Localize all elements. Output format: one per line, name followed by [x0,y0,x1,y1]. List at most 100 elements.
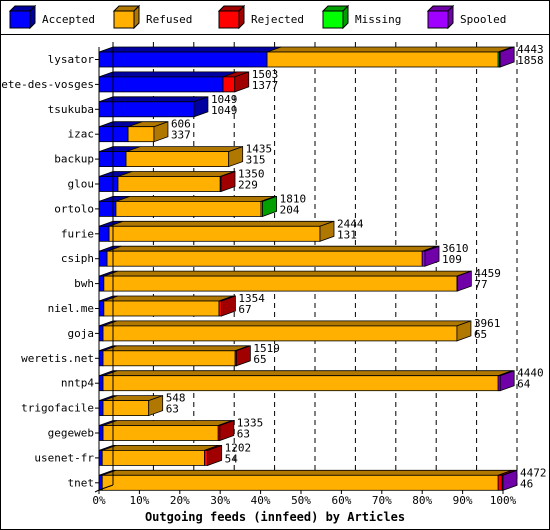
x-tick-label: 50% [291,494,311,507]
legend-item-rejected: Rejected [217,4,304,30]
category-label: nntp4 [61,377,94,390]
bar-row-backup: backup1435315 [54,143,272,168]
bar-top-refused [103,270,472,277]
bars: lysator44431858bete-des-vosges15031377 ts… [0,43,547,491]
bar-row-glou: glou1350229 [68,168,265,193]
bar-accepted-label: 63 [237,428,250,441]
bar-accepted-label: 1377 [252,79,279,92]
legend-label: Spooled [460,13,506,26]
x-tick-label: 80% [412,494,432,507]
bar-segment-refused [102,375,499,392]
bar-top-refused [266,46,513,53]
bar-segment-refused [102,400,150,417]
bar-segment-refused [101,474,499,491]
bar-row-furie: furie2444131 [61,217,364,242]
chart-svg: Accepted Refused Rejected Missing Spooled ly… [0,4,547,524]
bar-segment-accepted [98,325,104,342]
bar-segment-accepted [98,250,108,267]
x-tick-label: 70% [372,494,392,507]
bar-top-refused [106,245,437,252]
category-label: goja [68,327,95,340]
bar-accepted-label: 131 [337,228,357,241]
legend-label: Accepted [42,13,95,26]
bar-accepted-label: 1858 [517,54,544,67]
legend-item-accepted: Accepted [8,4,95,30]
bar-segment-accepted [98,350,104,367]
bar-segment-refused [102,350,236,367]
bar-top-accepted [98,71,238,78]
category-label: usenet-fr [34,451,94,464]
bar-segment-accepted [98,300,105,317]
bar-top-refused [102,444,219,451]
bar-segment-accepted [98,275,105,292]
x-tick-label: 90% [453,494,473,507]
bar-row-niel-me: niel.me135467 [48,292,265,317]
bar-row-ortolo: ortolo1810204 [54,192,306,217]
bar-segment-accepted [98,176,119,192]
bar-segment-refused [102,325,458,342]
bar-accepted-label: 67 [238,303,251,316]
bar-top-refused [117,171,235,177]
category-label: csiph [61,252,94,265]
axis-tick-diagonal [94,489,100,493]
category-label: furie [61,227,94,240]
bar-segment-rejected [204,449,209,466]
bar-segment-accepted [98,425,104,441]
bar-accepted-label: 229 [238,179,258,192]
bar-top-refused [102,469,513,476]
bar-segment-spooled [421,250,426,267]
category-label: bete-des-vosges [0,78,94,91]
bar-top-refused [102,420,233,426]
x-tick-label: 0% [92,494,106,507]
bar-row-weretis-net: weretis.net151965 [21,342,280,367]
bar-top-refused [102,320,472,327]
bar-accepted-label: 77 [474,278,487,291]
category-label: backup [54,153,94,166]
bar-row-tsukuba: tsukuba10491049 [48,93,237,118]
bar-segment-accepted [98,400,104,417]
bar-row-bete-des-vosges: bete-des-vosges15031377 [0,68,279,93]
bar-accepted-label: 46 [520,477,533,490]
bar-accepted-label: 65 [474,328,487,341]
bar-segment-accepted [98,225,110,242]
bar-segment-refused [106,250,423,267]
legend-label: Rejected [251,13,304,26]
category-label: glou [68,178,95,191]
bar-top-accepted [98,46,282,53]
legend-swatch [9,10,31,29]
x-tick-label: 60% [331,494,351,507]
legend-swatch [218,10,240,29]
bar-top-refused [102,370,513,377]
x-tick-label: 20% [170,494,190,507]
bar-accepted-label: 54 [225,452,239,465]
bar-accepted-label: 315 [246,154,266,167]
bar-segment-refused [115,200,262,217]
x-tick-label: 30% [210,494,230,507]
bar-top-refused [125,146,243,153]
bar-top-refused [102,345,250,352]
bar-row-nntp4: nntp4444064 [61,367,544,392]
bar-segment-refused [266,51,499,68]
bar-row-usenet-fr: usenet-fr120254 [34,441,251,466]
bar-segment-refused [108,225,321,242]
x-tick-label: 100% [490,494,517,507]
category-label: tnet [68,476,95,489]
bar-accepted-label: 64 [517,378,531,391]
bar-row-lysator: lysator44431858 [48,43,544,68]
legend-swatch [113,10,135,29]
legend-label: Missing [355,13,401,26]
legend-item-missing: Missing [321,4,401,30]
bar-row-goja: goja396165 [68,317,500,342]
bar-row-trigofacile: trigofacile54863 [21,392,186,417]
category-label: lysator [48,53,95,66]
legend-item-refused: Refused [112,4,192,30]
category-label: ortolo [54,202,94,215]
legend-swatch [427,10,449,29]
bar-accepted-label: 63 [166,403,179,416]
bar-segment-refused [125,151,230,168]
category-label: gegeweb [48,427,94,440]
bar-segment-accepted [98,51,268,68]
bar-segment-rejected [222,76,236,93]
category-label: tsukuba [48,103,94,116]
category-label: trigofacile [21,402,94,415]
